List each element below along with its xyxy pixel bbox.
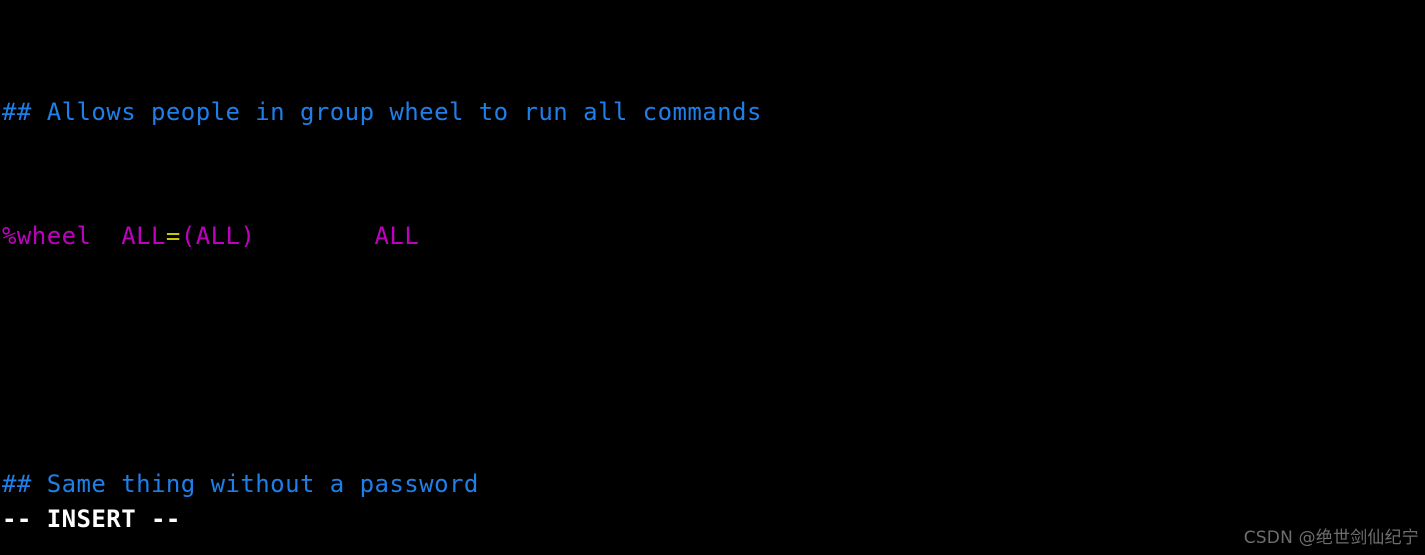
sudoers-commands: ALL bbox=[374, 222, 420, 250]
comment-text: ## Allows people in group wheel to run a… bbox=[2, 98, 762, 126]
sudoers-runas: (ALL) bbox=[180, 222, 256, 250]
csdn-watermark: CSDN @绝世剑仙纪宁 bbox=[1243, 528, 1419, 548]
terminal-window: ## Allows people in group wheel to run a… bbox=[0, 0, 1425, 555]
sudoers-equals: = bbox=[165, 222, 181, 250]
sudoers-user: %wheel bbox=[2, 222, 92, 250]
buffer-line-2: %wheel ALL=(ALL) ALL bbox=[2, 221, 1425, 252]
sudoers-host: ALL bbox=[121, 222, 166, 250]
buffer-line-3 bbox=[2, 345, 1425, 376]
buffer-line-4: ## Same thing without a password bbox=[2, 469, 1425, 500]
editor-buffer[interactable]: ## Allows people in group wheel to run a… bbox=[2, 4, 1425, 555]
comment-text: ## Same thing without a password bbox=[2, 470, 479, 498]
buffer-line-1: ## Allows people in group wheel to run a… bbox=[2, 97, 1425, 128]
vim-mode-indicator: -- INSERT -- bbox=[2, 505, 181, 533]
